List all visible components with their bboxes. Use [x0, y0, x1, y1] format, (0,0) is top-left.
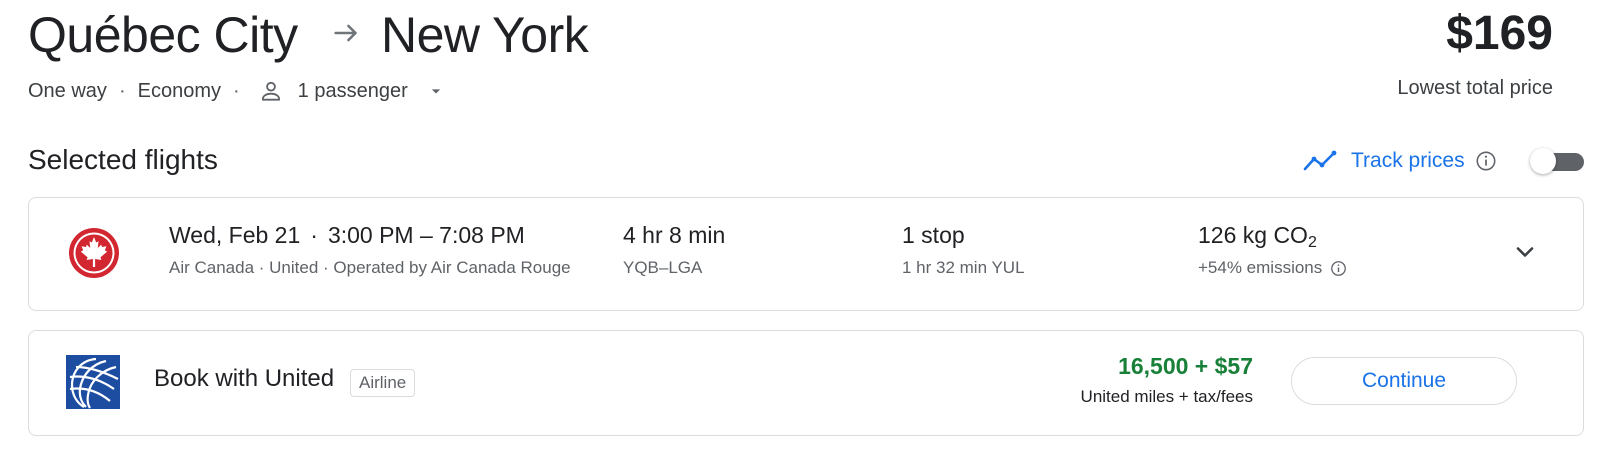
flight-times: Wed, Feb 21 · 3:00 PM – 7:08 PM	[169, 222, 525, 249]
track-prices-toggle[interactable]	[1530, 146, 1586, 176]
booking-option-card: Book with United Airline 16,500 + $57 Un…	[28, 330, 1584, 436]
airline-badge: Airline	[350, 369, 416, 397]
flight-date: Wed, Feb 21	[169, 222, 301, 248]
trend-line-icon	[1303, 150, 1337, 171]
airline-names: Air Canada · United · Operated by Air Ca…	[169, 258, 571, 277]
separator-dot: ·	[310, 222, 318, 248]
airport-codes: YQB–LGA	[623, 258, 703, 277]
track-prices[interactable]: Track prices	[1303, 145, 1497, 177]
origin-city: Québec City	[28, 7, 298, 63]
emissions-percent: +54% emissions	[1198, 258, 1323, 277]
info-icon[interactable]	[1330, 260, 1347, 277]
book-with-airline: Book with United	[154, 365, 335, 392]
info-icon[interactable]	[1475, 150, 1497, 172]
stop-count: 1 stop	[902, 222, 965, 248]
flight-card[interactable]: Wed, Feb 21 · 3:00 PM – 7:08 PM Air Canada…	[28, 197, 1584, 311]
trip-type[interactable]: One way	[28, 80, 107, 103]
emissions-amount: 126 kg CO	[1198, 222, 1308, 248]
emissions-subscript: 2	[1307, 234, 1317, 251]
passenger-count[interactable]: 1 passenger	[298, 80, 408, 103]
cabin-class[interactable]: Economy	[138, 80, 221, 103]
departure-arrival: 3:00 PM – 7:08 PM	[327, 222, 525, 248]
arrow-right-icon	[334, 24, 357, 42]
layover-info: 1 hr 32 min YUL	[902, 258, 1025, 277]
section-title: Selected flights	[28, 144, 218, 175]
destination-city: New York	[381, 7, 589, 63]
miles-price: 16,500 + $57	[1118, 353, 1253, 379]
lowest-price: $169	[1446, 7, 1553, 60]
flight-duration: 4 hr 8 min	[623, 222, 726, 248]
chevron-down-icon[interactable]	[1511, 238, 1539, 266]
person-icon	[261, 81, 280, 101]
emissions-note: +54% emissions	[1198, 258, 1347, 278]
caret-down-icon[interactable]	[426, 81, 446, 101]
united-logo	[66, 355, 120, 409]
continue-button[interactable]: Continue	[1291, 357, 1517, 405]
toggle-knob	[1530, 148, 1556, 174]
separator-dot: ·	[118, 79, 126, 102]
separator-dot: ·	[232, 79, 240, 102]
emissions-value: 126 kg CO2	[1198, 222, 1317, 252]
trip-options: One way · Economy · 1 passenger	[28, 76, 446, 106]
track-prices-label[interactable]: Track prices	[1351, 149, 1465, 173]
lowest-price-caption: Lowest total price	[1397, 77, 1553, 99]
miles-caption: United miles + tax/fees	[1080, 387, 1253, 406]
air-canada-logo	[69, 228, 119, 278]
